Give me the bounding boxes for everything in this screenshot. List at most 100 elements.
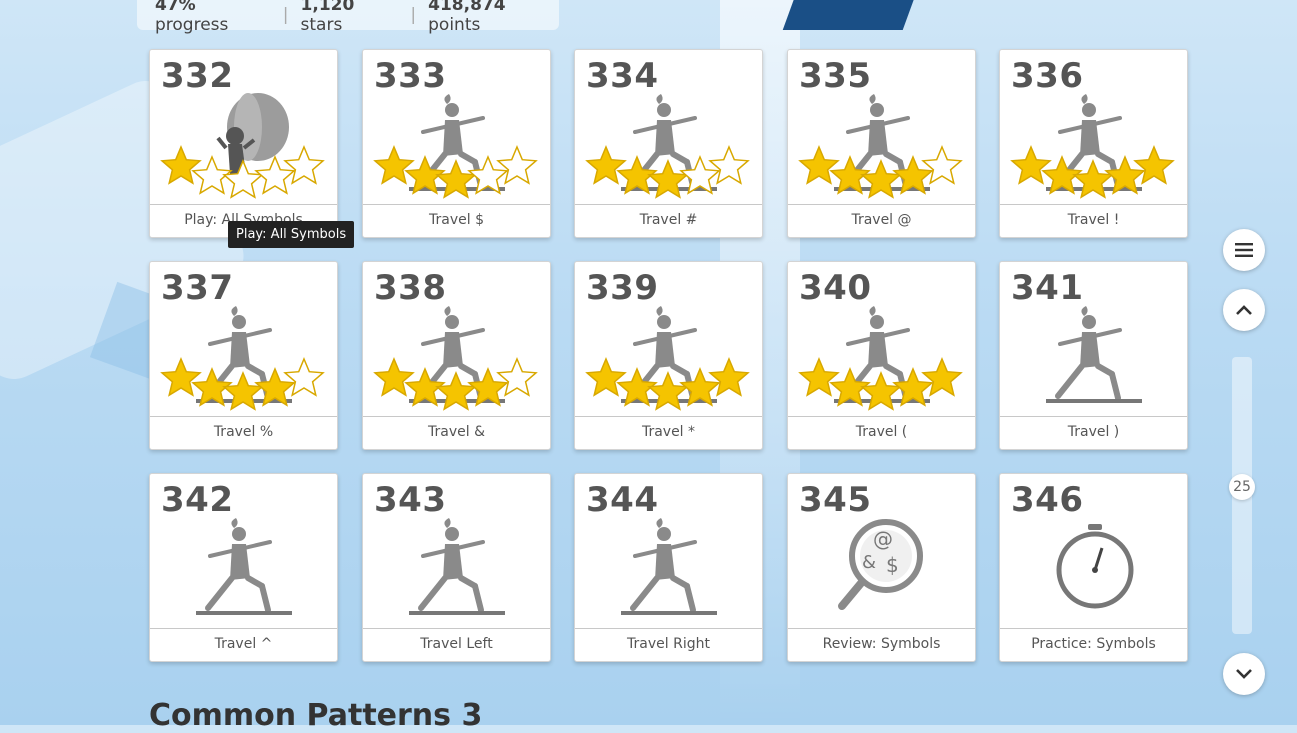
star-empty-icon xyxy=(921,145,963,185)
star-rating xyxy=(798,145,963,199)
star-filled-icon xyxy=(798,145,840,185)
star-filled-icon xyxy=(373,357,415,397)
scroll-up-button[interactable] xyxy=(1223,289,1265,331)
lesson-label: Practice: Symbols xyxy=(1000,628,1187,661)
lesson-label: Travel * xyxy=(575,416,762,449)
star-empty-icon xyxy=(283,145,325,185)
star-filled-icon xyxy=(1133,145,1175,185)
tooltip: Play: All Symbols xyxy=(228,221,355,248)
points-stat: 418,874 points xyxy=(428,0,506,35)
lesson-label: Travel ^ xyxy=(150,628,337,661)
lesson-number: 339 xyxy=(586,268,659,308)
star-rating xyxy=(160,357,325,411)
warrior-pose-icon xyxy=(1000,304,1187,418)
lesson-number: 346 xyxy=(1011,480,1084,520)
star-empty-icon xyxy=(708,145,750,185)
star-filled-icon xyxy=(860,159,902,199)
lesson-label: Travel @ xyxy=(788,204,975,237)
svg-text:$: $ xyxy=(886,553,899,577)
star-filled-icon xyxy=(1010,145,1052,185)
lesson-number: 335 xyxy=(799,56,872,96)
lesson-number: 340 xyxy=(799,268,872,308)
lesson-label: Travel & xyxy=(363,416,550,449)
lesson-number: 343 xyxy=(374,480,447,520)
star-filled-icon xyxy=(798,357,840,397)
lesson-label: Travel $ xyxy=(363,204,550,237)
lesson-card[interactable]: 339 Travel * xyxy=(574,261,763,450)
lesson-card[interactable]: 346 Practice: Symbols xyxy=(999,473,1188,662)
star-filled-icon xyxy=(921,357,963,397)
star-filled-icon xyxy=(1072,159,1114,199)
star-empty-icon xyxy=(496,145,538,185)
menu-button[interactable] xyxy=(1223,229,1265,271)
warrior-pose-icon xyxy=(363,516,550,630)
star-rating xyxy=(1010,145,1175,199)
star-empty-icon xyxy=(496,357,538,397)
scroll-down-button[interactable] xyxy=(1223,653,1265,695)
lesson-card[interactable]: 333 Travel $ xyxy=(362,49,551,238)
progress-stat: 47% progress xyxy=(155,0,229,35)
lesson-number: 345 xyxy=(799,480,872,520)
lesson-card[interactable]: 340 Travel ( xyxy=(787,261,976,450)
star-rating xyxy=(585,357,750,411)
chevron-up-icon xyxy=(1236,305,1252,315)
lesson-card[interactable]: @ & $345 Review: Symbols xyxy=(787,473,976,662)
star-filled-icon xyxy=(435,159,477,199)
lesson-card[interactable]: 342 Travel ^ xyxy=(149,473,338,662)
lesson-number: 337 xyxy=(161,268,234,308)
warrior-pose-icon xyxy=(575,516,762,630)
lesson-card[interactable]: 341 Travel ) xyxy=(999,261,1188,450)
lesson-label: Travel ! xyxy=(1000,204,1187,237)
star-rating xyxy=(798,357,963,411)
lesson-card[interactable]: 335 Travel @ xyxy=(787,49,976,238)
svg-text:&: & xyxy=(862,552,876,573)
star-rating xyxy=(160,145,325,199)
lesson-label: Travel ) xyxy=(1000,416,1187,449)
star-filled-icon xyxy=(160,145,202,185)
lesson-number: 332 xyxy=(161,56,234,96)
star-filled-icon xyxy=(585,145,627,185)
stars-stat: 1,120 stars xyxy=(300,0,355,35)
star-filled-icon xyxy=(708,357,750,397)
chevron-down-icon xyxy=(1236,669,1252,679)
menu-icon xyxy=(1235,243,1253,257)
lesson-card[interactable]: 338 Travel & xyxy=(362,261,551,450)
section-title: Common Patterns 3 xyxy=(149,698,483,733)
stopwatch-icon xyxy=(1000,516,1187,630)
background-dark-shape xyxy=(782,0,918,30)
star-filled-icon xyxy=(435,371,477,411)
star-filled-icon xyxy=(585,357,627,397)
lesson-card[interactable]: 332 Play: All Symbols xyxy=(149,49,338,238)
lesson-number: 342 xyxy=(161,480,234,520)
lesson-card[interactable]: 343 Travel Left xyxy=(362,473,551,662)
divider: | xyxy=(410,5,417,25)
lesson-label: Travel # xyxy=(575,204,762,237)
lesson-card[interactable]: 344 Travel Right xyxy=(574,473,763,662)
lesson-card[interactable]: 337 Travel % xyxy=(149,261,338,450)
star-filled-icon xyxy=(160,357,202,397)
star-filled-icon xyxy=(647,371,689,411)
lesson-label: Travel Right xyxy=(575,628,762,661)
star-rating xyxy=(585,145,750,199)
lesson-number: 334 xyxy=(586,56,659,96)
lesson-card[interactable]: 334 Travel # xyxy=(574,49,763,238)
lesson-label: Travel ( xyxy=(788,416,975,449)
lesson-card[interactable]: 336 Travel ! xyxy=(999,49,1188,238)
lesson-label: Travel Left xyxy=(363,628,550,661)
lesson-label: Travel % xyxy=(150,416,337,449)
star-rating xyxy=(373,145,538,199)
lesson-label: Review: Symbols xyxy=(788,628,975,661)
star-filled-icon xyxy=(860,371,902,411)
star-rating xyxy=(373,357,538,411)
star-empty-icon xyxy=(222,159,264,199)
star-filled-icon xyxy=(647,159,689,199)
star-filled-icon xyxy=(373,145,415,185)
lesson-number: 341 xyxy=(1011,268,1084,308)
lesson-number: 333 xyxy=(374,56,447,96)
lesson-number: 336 xyxy=(1011,56,1084,96)
slider-thumb[interactable]: 25 xyxy=(1229,474,1255,500)
star-empty-icon xyxy=(283,357,325,397)
lesson-number: 344 xyxy=(586,480,659,520)
magnifier-symbols-icon: @ & $ xyxy=(788,516,975,630)
stats-bar: 47% progress | 1,120 stars | 418,874 poi… xyxy=(137,0,559,35)
